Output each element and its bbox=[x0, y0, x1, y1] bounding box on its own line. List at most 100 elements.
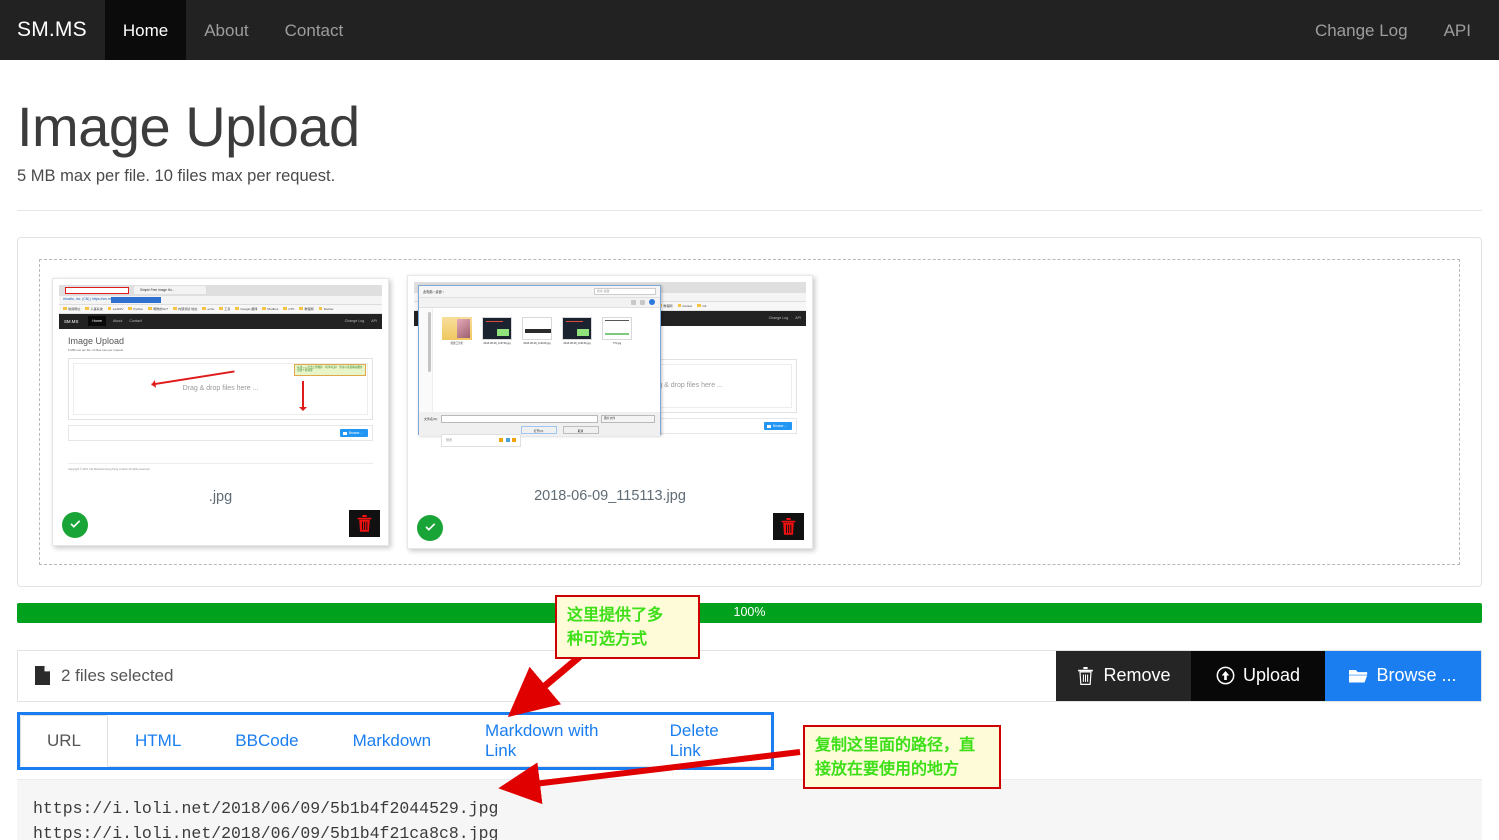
preview-site-nav-right: Change Log API bbox=[769, 316, 801, 320]
remove-button[interactable]: Remove bbox=[1056, 650, 1191, 701]
delete-thumbnail-button[interactable] bbox=[349, 509, 380, 537]
preview-editor-icons bbox=[499, 438, 516, 443]
preview-site-nav-contact: Contact bbox=[129, 319, 142, 324]
nav-item-about[interactable]: About bbox=[186, 0, 266, 60]
preview-dialog-filename: 新建工具栏 bbox=[450, 341, 464, 345]
preview-dialog-file: 2018-06-09_113739.jpg bbox=[480, 316, 514, 412]
settings-icon bbox=[505, 438, 510, 443]
preview-bookmark: Python bbox=[128, 307, 143, 311]
preview-bookmark: 工具 bbox=[219, 306, 230, 311]
file-toolbar: 2 files selected Remove Upload Browse ..… bbox=[17, 649, 1482, 702]
preview-dialog-filename-label: 文件名(N): bbox=[424, 416, 438, 421]
upload-button-label: Upload bbox=[1242, 665, 1301, 686]
nav-item-contact[interactable]: Contact bbox=[267, 0, 362, 60]
edit-icon bbox=[499, 438, 503, 443]
browse-button-label: Browse ... bbox=[1376, 665, 1457, 686]
preview-dialog-mock: 工具 Google 翻译 Modbus CTF 教程网 Docker Git C… bbox=[414, 281, 806, 480]
preview-dialog-filetype-select: 图片文件 bbox=[601, 414, 655, 423]
preview-dialog-cancel-button: 取消 bbox=[562, 425, 599, 434]
preview-bookmark: 人事系统 bbox=[85, 306, 102, 311]
tabs-annotation-outline: URL HTML BBCode Markdown Markdown with L… bbox=[17, 711, 774, 770]
help-icon bbox=[649, 299, 655, 306]
preview-site-nav-api: API bbox=[371, 319, 377, 324]
preview-url-selection bbox=[111, 296, 161, 303]
preview-bookmark: 内部测试 地址 bbox=[173, 306, 197, 311]
preview-bookmark: LeADIV bbox=[108, 307, 124, 311]
preview-bookmark: 常用网址 bbox=[63, 306, 80, 311]
thumbnail-filename: 2018-06-09_115113.jpg bbox=[534, 487, 686, 504]
title-divider bbox=[17, 209, 1482, 211]
tab-bbcode[interactable]: BBCode bbox=[208, 715, 325, 767]
brand-logo[interactable]: SM.MS bbox=[0, 0, 105, 60]
preview-bookmark: 明教的SnT bbox=[148, 306, 168, 311]
delete-thumbnail-button[interactable] bbox=[773, 512, 804, 540]
preview-dialog-bottom: 文件名(N): 图片文件 打开(O) 取消 bbox=[419, 411, 660, 436]
upload-button[interactable]: Upload bbox=[1191, 650, 1325, 701]
preview-bookmark: Google 翻译 bbox=[235, 306, 257, 311]
nav-item-change-log[interactable]: Change Log bbox=[1297, 0, 1426, 60]
preview-bookmark: Docker bbox=[678, 304, 693, 308]
preview-dialog-buttons: 打开(O) 取消 bbox=[424, 425, 655, 434]
preview-dialog-path: 此电脑 › 桌面 › bbox=[423, 289, 444, 294]
preview-dialog-search: 搜索"桌面" bbox=[594, 287, 656, 295]
trash-icon bbox=[781, 517, 796, 535]
result-panel[interactable]: https://i.loli.net/2018/06/09/5b1b4f2044… bbox=[17, 778, 1482, 840]
check-circle-icon bbox=[417, 514, 443, 541]
upload-circle-icon bbox=[1216, 666, 1235, 685]
check-circle-icon bbox=[62, 511, 88, 538]
image-thumb-icon bbox=[562, 316, 592, 340]
preview-site-dropzone-text: Drag & drop files here ... bbox=[182, 385, 259, 393]
preview-dialog-filename-input bbox=[441, 414, 598, 423]
upload-panel: Simple Free Image Ho... #hostlu, Inc. (C… bbox=[17, 236, 1482, 587]
primary-nav: Home About Contact bbox=[104, 0, 362, 60]
view-icon bbox=[631, 299, 636, 305]
image-thumb-icon bbox=[482, 316, 512, 340]
result-url-line: https://i.loli.net/2018/06/09/5b1b4f21ca… bbox=[33, 824, 499, 840]
preview-file-dialog: 此电脑 › 桌面 › 搜索"桌面" 新建工具栏 2018-06-09_11373… bbox=[418, 284, 661, 436]
preview-dialog-toolbar bbox=[419, 297, 660, 308]
preview-inner-annotation: 从这——点击上传图片（可单可多） 也可以直接拖动图片到这个区域里 bbox=[294, 363, 366, 376]
tab-markdown[interactable]: Markdown bbox=[326, 715, 458, 767]
preview-inner-arrow-vertical bbox=[299, 380, 307, 411]
folder-icon bbox=[442, 316, 472, 340]
thumbnail-preview: Simple Free Image Ho... #hostlu, Inc. (C… bbox=[59, 284, 382, 481]
preview-site-subtitle: 5 MB max per file. 10 files max per requ… bbox=[68, 347, 124, 352]
layout-icon bbox=[640, 299, 645, 305]
dropzone[interactable]: Simple Free Image Ho... #hostlu, Inc. (C… bbox=[39, 258, 1460, 565]
preview-site-navbar: SM.MS Home About Contact Change Log API bbox=[59, 313, 382, 329]
tab-delete-link[interactable]: Delete Link bbox=[643, 715, 771, 767]
preview-dialog-pathbar: 此电脑 › 桌面 › 搜索"桌面" bbox=[419, 285, 660, 298]
preview-site-footbar: Browse ... bbox=[68, 424, 373, 441]
preview-site-title: Image Upload bbox=[68, 335, 125, 346]
preview-dialog-files: 新建工具栏 2018-06-09_113739.jpg 2018-06-09_1… bbox=[433, 308, 660, 412]
nav-item-home[interactable]: Home bbox=[104, 0, 187, 60]
preview-bookmark: Docker bbox=[319, 307, 334, 311]
thumbnail-card[interactable]: 工具 Google 翻译 Modbus CTF 教程网 Docker Git C… bbox=[407, 274, 813, 549]
format-tabs: URL HTML BBCode Markdown Markdown with L… bbox=[20, 714, 771, 767]
preview-site-nav-right: Change Log API bbox=[345, 319, 377, 323]
preview-dialog-file: 770.jpg bbox=[600, 316, 634, 412]
thumbnail-card[interactable]: Simple Free Image Ho... #hostlu, Inc. (C… bbox=[52, 277, 389, 546]
preview-site-nav-home: Home bbox=[88, 316, 106, 327]
nav-item-api[interactable]: API bbox=[1426, 0, 1489, 60]
tab-markdown-with-link[interactable]: Markdown with Link bbox=[458, 715, 643, 767]
page-subtitle: 5 MB max per file. 10 files max per requ… bbox=[17, 166, 336, 185]
preview-dialog-file: 2018-06-09_115136.jpg bbox=[560, 316, 594, 412]
preview-dialog-file: 2018-06-09_113915.jpg bbox=[520, 316, 554, 412]
preview-dialog-filelist: 新建工具栏 2018-06-09_113739.jpg 2018-06-09_1… bbox=[419, 307, 660, 412]
preview-dialog-open-button: 打开(O) bbox=[520, 425, 557, 434]
browse-button[interactable]: Browse ... bbox=[1325, 650, 1481, 701]
thumbnail-preview: 工具 Google 翻译 Modbus CTF 教程网 Docker Git C… bbox=[414, 281, 806, 480]
selected-files-info: 2 files selected bbox=[18, 651, 1056, 701]
tab-html[interactable]: HTML bbox=[108, 715, 208, 767]
preview-bookmark: Modbus bbox=[262, 307, 278, 311]
preview-dialog-filename: 2018-06-09_115136.jpg bbox=[563, 341, 591, 345]
preview-bookmark: echo bbox=[202, 307, 214, 311]
preview-editor-row: 预览 bbox=[441, 433, 521, 447]
file-icon bbox=[35, 666, 50, 686]
result-url-line: https://i.loli.net/2018/06/09/5b1b4f2044… bbox=[33, 798, 499, 818]
tab-url[interactable]: URL bbox=[20, 714, 109, 767]
preview-browser-chrome: Simple Free Image Ho... bbox=[59, 284, 382, 296]
preview-dialog-sidebar bbox=[419, 307, 433, 412]
preview-dialog-filename: 2018-06-09_113915.jpg bbox=[523, 341, 551, 345]
